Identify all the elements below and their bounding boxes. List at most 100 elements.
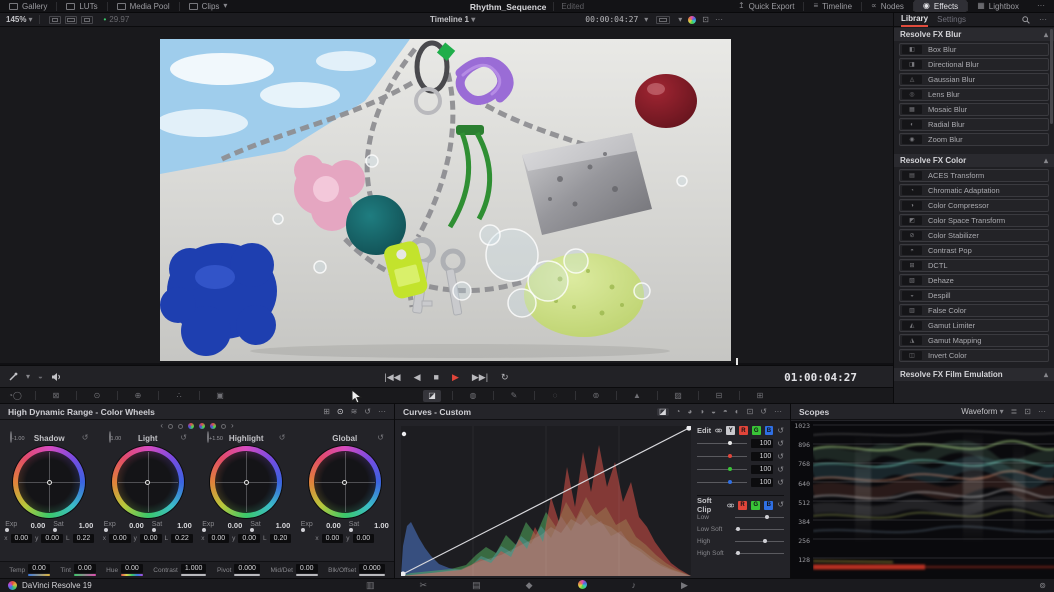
library-scrollbar[interactable]: [1050, 29, 1053, 124]
hdr-grade-icon[interactable]: ⊕: [129, 390, 147, 402]
section-resolve-fx-color[interactable]: Resolve FX Color ▴: [894, 154, 1054, 167]
fx-color-stabilizer[interactable]: ⊘Color Stabilizer: [899, 229, 1049, 242]
fx-gamut-limiter[interactable]: ◭Gamut Limiter: [899, 319, 1049, 332]
pager-dot[interactable]: [188, 423, 194, 429]
waveform-scope[interactable]: 1023896768640 512384256128: [791, 421, 1054, 579]
y-value[interactable]: 0.00: [140, 534, 162, 543]
fx-contrast-pop[interactable]: ◓Contrast Pop: [899, 244, 1049, 257]
qualifier-icon[interactable]: ✎: [505, 390, 523, 402]
fx-aces-transform[interactable]: ▤ACES Transform: [899, 169, 1049, 182]
scope-overflow-icon[interactable]: ···: [1038, 408, 1046, 416]
blur-palette-icon[interactable]: ▨: [669, 390, 687, 402]
scope-settings-icon[interactable]: ≣: [1011, 408, 1018, 416]
tracker-icon[interactable]: ⊚: [587, 390, 605, 402]
reset-softclip-icon[interactable]: ↺: [777, 501, 784, 509]
pager-dot[interactable]: [168, 424, 173, 429]
timecode-chevron-icon[interactable]: ▾: [644, 16, 648, 24]
softclip-b-button[interactable]: B: [764, 501, 773, 510]
fx-radial-blur[interactable]: ◐Radial Blur: [899, 118, 1049, 131]
tab-library[interactable]: Library: [901, 12, 928, 27]
exp-slider[interactable]: Exp0.00: [301, 521, 341, 530]
x-value[interactable]: 0.00: [322, 534, 344, 543]
pager-dot[interactable]: [199, 423, 205, 429]
curve-custom-icon[interactable]: ◪: [657, 408, 669, 416]
power-window-icon[interactable]: ◌: [546, 390, 564, 402]
tab-settings[interactable]: Settings: [937, 13, 966, 26]
reset-icon[interactable]: ↺: [777, 453, 784, 461]
motion-effects-icon[interactable]: ▣: [211, 390, 229, 402]
video-frame[interactable]: [160, 39, 731, 361]
reset-panel-icon[interactable]: ↺: [364, 408, 371, 416]
magic-mask-icon[interactable]: ▲: [628, 390, 646, 402]
lum-mix-slider[interactable]: 100↺: [697, 437, 784, 450]
page-color[interactable]: [574, 579, 591, 592]
sat-slider[interactable]: Sat1.00: [53, 521, 93, 530]
page-fusion[interactable]: ◆: [522, 579, 537, 592]
zone-control[interactable]: -1.00: [10, 432, 25, 442]
zone-control[interactable]: 1.00: [109, 432, 122, 442]
reset-wheel-icon[interactable]: ↺: [82, 433, 89, 442]
field-tint[interactable]: Tint0.00: [60, 564, 95, 576]
pager-next-icon[interactable]: ›: [231, 422, 234, 430]
field-pivot[interactable]: Pivot0.000: [217, 564, 260, 576]
page-media[interactable]: ▥: [362, 579, 379, 592]
exp-slider[interactable]: Exp0.00: [202, 521, 242, 530]
page-edit[interactable]: ▤: [468, 579, 485, 592]
reset-icon[interactable]: ↺: [777, 466, 784, 474]
play-button[interactable]: ▶: [452, 372, 459, 383]
reset-icon[interactable]: ↺: [777, 440, 784, 448]
fx-color-space-transform[interactable]: ◩Color Space Transform: [899, 214, 1049, 227]
curves-overflow-icon[interactable]: ···: [774, 408, 782, 416]
x-value[interactable]: 0.00: [109, 534, 131, 543]
fx-zoom-blur[interactable]: ◉Zoom Blur: [899, 133, 1049, 146]
page-cut[interactable]: ✂: [416, 579, 432, 592]
x-value[interactable]: 0.00: [11, 534, 33, 543]
skip-start-button[interactable]: |◀◀: [384, 372, 400, 383]
soft-clip-high-slider[interactable]: High: [697, 535, 784, 547]
top-overflow-button[interactable]: ···: [1028, 0, 1054, 12]
color-match-icon[interactable]: ⊠: [47, 390, 65, 402]
reset-wheel-icon[interactable]: ↺: [180, 433, 187, 442]
field-hue[interactable]: Hue0.00: [106, 564, 143, 576]
color-warper-icon[interactable]: ◍: [464, 390, 482, 402]
library-overflow-icon[interactable]: ···: [1039, 16, 1047, 24]
exp-slider[interactable]: Exp0.00: [104, 521, 144, 530]
l-value[interactable]: 0.22: [171, 534, 193, 543]
soft-clip-low-slider[interactable]: Low: [697, 511, 784, 523]
pager-dot[interactable]: [178, 424, 183, 429]
fx-mosaic-blur[interactable]: ▦Mosaic Blur: [899, 103, 1049, 116]
page-fairlight[interactable]: ♪: [628, 579, 641, 592]
curves-icon[interactable]: ◪: [423, 390, 441, 402]
curve-hue-sat-icon[interactable]: ◕: [687, 408, 692, 416]
channel-y-button[interactable]: Y: [726, 426, 735, 435]
link-channels-icon[interactable]: [715, 427, 722, 434]
curve-sat-lum-icon[interactable]: ◐: [735, 408, 740, 416]
sat-slider[interactable]: Sat1.00: [152, 521, 192, 530]
section-resolve-fx-blur[interactable]: Resolve FX Blur ▴: [894, 28, 1054, 41]
fx-chromatic-adaptation[interactable]: ◔Chromatic Adaptation: [899, 184, 1049, 197]
add-node-icon[interactable]: ⊞: [323, 408, 330, 416]
page-deliver[interactable]: ▶: [677, 579, 692, 592]
fx-gamut-mapping[interactable]: ◮Gamut Mapping: [899, 334, 1049, 347]
sizing-icon[interactable]: ⊞: [751, 390, 769, 402]
wipe-mode-icon[interactable]: [49, 16, 61, 24]
clip-filter-icon[interactable]: [656, 16, 670, 24]
curve-sat-sat-icon[interactable]: ◓: [723, 408, 728, 416]
search-icon[interactable]: [1022, 16, 1030, 24]
fx-invert-color[interactable]: ◫Invert Color: [899, 349, 1049, 362]
reset-icon[interactable]: ↺: [777, 479, 784, 487]
reset-edit-icon[interactable]: ↺: [777, 427, 784, 435]
viewer-overflow-icon[interactable]: ···: [715, 16, 723, 24]
y-value[interactable]: 0.00: [238, 534, 260, 543]
color-wheels-icon[interactable]: ⊙: [88, 390, 106, 402]
pager-dot[interactable]: [210, 423, 216, 429]
skip-end-button[interactable]: ▶▶|: [472, 372, 488, 383]
curve-lum-sat-icon[interactable]: ◒: [711, 408, 716, 416]
field-blk-offset[interactable]: Blk/Offset0.000: [328, 564, 385, 576]
media-pool-button[interactable]: Media Pool: [108, 0, 179, 12]
softclip-r-button[interactable]: R: [738, 501, 747, 510]
curve-hue-hue-icon[interactable]: ◔: [676, 408, 681, 416]
field-temp[interactable]: Temp0.00: [9, 564, 50, 576]
field-contrast[interactable]: Contrast1.000: [153, 564, 206, 576]
target-icon[interactable]: ⊙: [337, 408, 344, 416]
